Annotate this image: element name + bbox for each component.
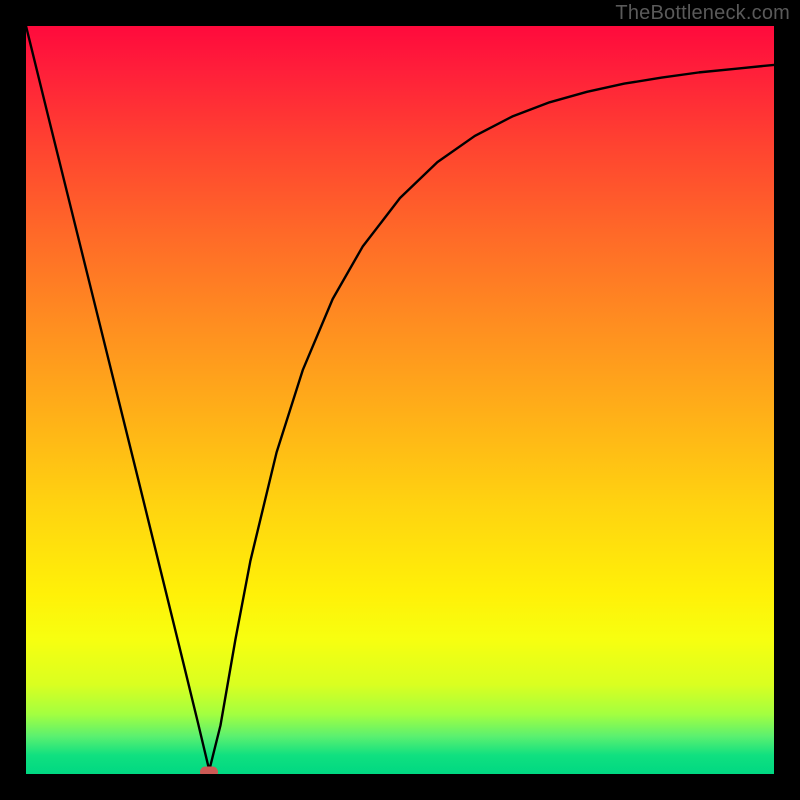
watermark-text: TheBottleneck.com: [615, 2, 790, 25]
minimum-marker: [200, 766, 218, 774]
plot-area: [26, 26, 774, 774]
bottleneck-curve: [26, 26, 774, 774]
chart-frame: TheBottleneck.com: [0, 0, 800, 800]
